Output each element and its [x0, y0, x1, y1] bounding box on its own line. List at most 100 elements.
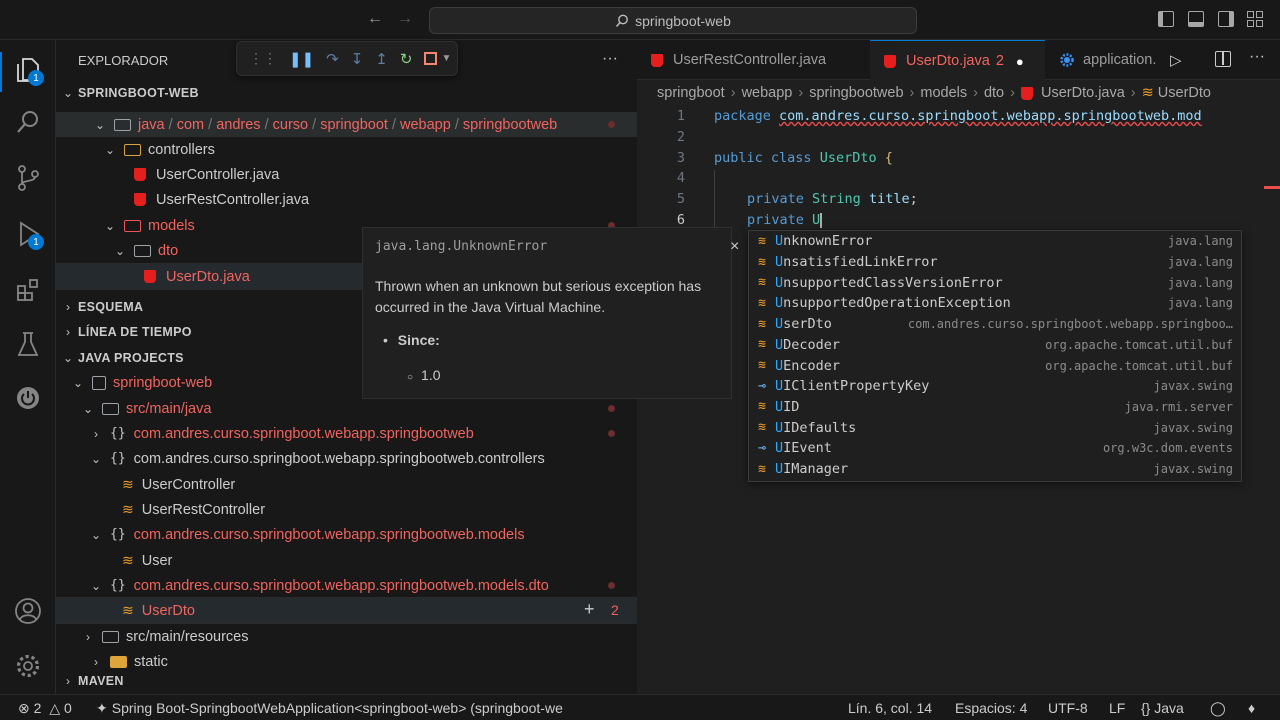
breadcrumb-item[interactable]: UserDto	[1158, 85, 1211, 101]
suggestion-label: UIClientPropertyKey	[775, 378, 930, 395]
indentation[interactable]: Espacios: 4	[955, 700, 1027, 716]
suggestion-item[interactable]: ≋ UserDto com.andres.curso.springboot.weba…	[749, 314, 1241, 335]
package-root[interactable]: › {} com.andres.curso.springboot.webapp.…	[56, 421, 637, 446]
suggestion-item[interactable]: ⊸ UIEvent org.w3c.dom.events	[749, 438, 1241, 459]
tree-folder-controllers[interactable]: ⌄ controllers	[56, 137, 637, 162]
step-out-icon[interactable]: ↥	[375, 50, 388, 68]
project-icon	[92, 375, 106, 390]
tab-application[interactable]: application.	[1045, 40, 1165, 80]
suggestion-detail: javax.swing	[1153, 420, 1233, 435]
close-icon[interactable]: ×	[730, 238, 739, 256]
modified-dot-icon[interactable]: ●	[1016, 54, 1024, 69]
package-dto[interactable]: ⌄ {} com.andres.curso.springboot.webapp.…	[56, 573, 637, 598]
language-mode[interactable]: {} Java	[1141, 700, 1184, 716]
suggestion-item[interactable]: ≋ UIManager javax.swing	[749, 459, 1241, 480]
tree-label: com.andres.curso.springboot.webapp.sprin…	[133, 526, 525, 543]
text-cursor	[820, 212, 823, 228]
suggestion-item[interactable]: ≋ UDecoder org.apache.tomcat.util.buf	[749, 335, 1241, 356]
chevron-down-icon[interactable]: ▼	[441, 53, 451, 64]
extensions-icon	[17, 279, 38, 301]
toggle-panel-icon[interactable]	[1188, 11, 1204, 27]
root-folder-header[interactable]: ⌄ SPRINGBOOT-WEB	[56, 80, 637, 105]
source-control-button[interactable]	[12, 162, 44, 194]
tree-label: springboot-web	[113, 374, 213, 391]
breadcrumb-item[interactable]: models	[920, 85, 967, 101]
accounts-button[interactable]	[12, 595, 44, 627]
command-center-search[interactable]: springboot-web	[429, 7, 917, 34]
tree-label: com.andres.curso.springboot.webapp.sprin…	[133, 577, 549, 594]
line-ending[interactable]: LF	[1109, 700, 1125, 716]
explorer-badge: 1	[28, 70, 44, 86]
tree-path-folder[interactable]: ⌄ java / com / andres / curso / springbo…	[56, 112, 637, 137]
src-main-resources[interactable]: › src/main/resources	[56, 624, 637, 649]
manage-button[interactable]	[12, 650, 44, 682]
suggestion-label: UnsupportedOperationException	[775, 295, 1011, 312]
tab-user-rest-controller[interactable]: UserRestController.java	[637, 40, 857, 80]
suggestion-item[interactable]: ≋ UIDefaults javax.swing	[749, 417, 1241, 438]
cursor-position[interactable]: Lín. 6, col. 14	[848, 700, 932, 716]
src-main-java[interactable]: ⌄ src/main/java	[56, 396, 637, 421]
section-maven[interactable]: › MAVEN	[56, 669, 637, 693]
suggestion-item[interactable]: ≋ UnsatisfiedLinkError java.lang	[749, 252, 1241, 273]
code-line-1: package com.andres.curso.springboot.weba…	[714, 108, 1202, 124]
breadcrumb-item[interactable]: springboot	[657, 85, 725, 101]
arrow-left-icon[interactable]: ←	[367, 10, 383, 28]
split-editor-icon[interactable]	[1215, 51, 1231, 67]
spring-boot-dashboard-button[interactable]	[12, 382, 44, 414]
drag-handle-icon[interactable]: ⋮⋮	[249, 50, 277, 67]
suggestion-item[interactable]: ≋ UEncoder org.apache.tomcat.util.buf	[749, 355, 1241, 376]
class-icon: ≋	[122, 602, 134, 618]
class-user-controller[interactable]: ≋ UserController	[56, 472, 637, 497]
step-over-icon[interactable]: ↷	[326, 50, 339, 68]
tab-user-dto[interactable]: UserDto.java 2 ●	[870, 40, 1045, 81]
suggestion-item[interactable]: ≋ UID java.rmi.server	[749, 397, 1241, 418]
suggestion-item[interactable]: ≋ UnsupportedOperationException java.lang	[749, 293, 1241, 314]
flask-icon	[17, 332, 39, 356]
testing-button[interactable]	[12, 328, 44, 360]
package-controllers[interactable]: ⌄ {} com.andres.curso.springboot.webapp.…	[56, 446, 637, 471]
add-icon[interactable]: +	[584, 599, 595, 620]
search-view-button[interactable]	[12, 106, 44, 138]
arrow-right-icon[interactable]: →	[397, 10, 413, 28]
run-debug-button[interactable]: 1	[12, 218, 44, 250]
extensions-button[interactable]	[12, 274, 44, 306]
breadcrumb-item[interactable]: UserDto.java	[1041, 85, 1125, 101]
breadcrumb-item[interactable]: springbootweb	[809, 85, 903, 101]
pause-icon[interactable]: ❚❚	[289, 50, 314, 68]
class-user-rest-controller[interactable]: ≋ UserRestController	[56, 497, 637, 522]
suggestion-item[interactable]: ⊸ UIClientPropertyKey javax.swing	[749, 376, 1241, 397]
run-config-status[interactable]: ✦ Spring Boot-SpringbootWebApplication<sp…	[96, 700, 596, 717]
class-user-dto[interactable]: ≋ UserDto + 2	[55, 597, 638, 624]
bell-icon[interactable]: ♦	[1248, 700, 1255, 716]
suggestion-item[interactable]: ≋ UnsupportedClassVersionError java.lang	[749, 272, 1241, 293]
feedback-icon[interactable]: ◯	[1210, 700, 1226, 717]
chevron-right-icon: ›	[66, 674, 70, 688]
package-models[interactable]: ⌄ {} com.andres.curso.springboot.webapp.…	[56, 522, 637, 547]
class-icon: ≋	[1141, 85, 1154, 101]
breadcrumb-item[interactable]: webapp	[742, 85, 793, 101]
breadcrumb-item[interactable]: dto	[984, 85, 1004, 101]
chevron-down-icon: ⌄	[114, 243, 126, 258]
step-into-icon[interactable]: ↧	[351, 50, 364, 68]
suggestion-item[interactable]: ≋ UnknownError java.lang	[749, 231, 1241, 252]
stop-icon[interactable]	[424, 52, 438, 65]
tree-file-user-controller[interactable]: UserController.java	[56, 162, 637, 187]
restart-icon[interactable]: ↻	[400, 50, 413, 68]
interface-icon: ⊸	[758, 378, 766, 394]
toggle-primary-sidebar-icon[interactable]	[1158, 11, 1174, 27]
tree-file-user-rest-controller[interactable]: UserRestController.java	[56, 187, 637, 212]
class-user[interactable]: ≋ User	[56, 548, 637, 573]
toggle-secondary-sidebar-icon[interactable]	[1218, 11, 1234, 27]
more-actions-icon[interactable]: ···	[602, 50, 618, 68]
explorer-button[interactable]: 1	[12, 54, 44, 86]
gear-icon	[16, 654, 40, 678]
customize-layout-icon[interactable]	[1247, 11, 1263, 27]
encoding[interactable]: UTF-8	[1048, 700, 1088, 716]
problems-status[interactable]: ⊗ 2 △ 0	[18, 700, 72, 717]
suggestion-detail: java.lang	[1167, 296, 1233, 311]
line-number: 5	[676, 191, 685, 207]
class-icon: ≋	[758, 420, 766, 436]
more-actions-icon[interactable]: ···	[1249, 48, 1265, 66]
class-icon: ≋	[758, 399, 766, 415]
run-icon[interactable]: ▷	[1170, 51, 1182, 69]
